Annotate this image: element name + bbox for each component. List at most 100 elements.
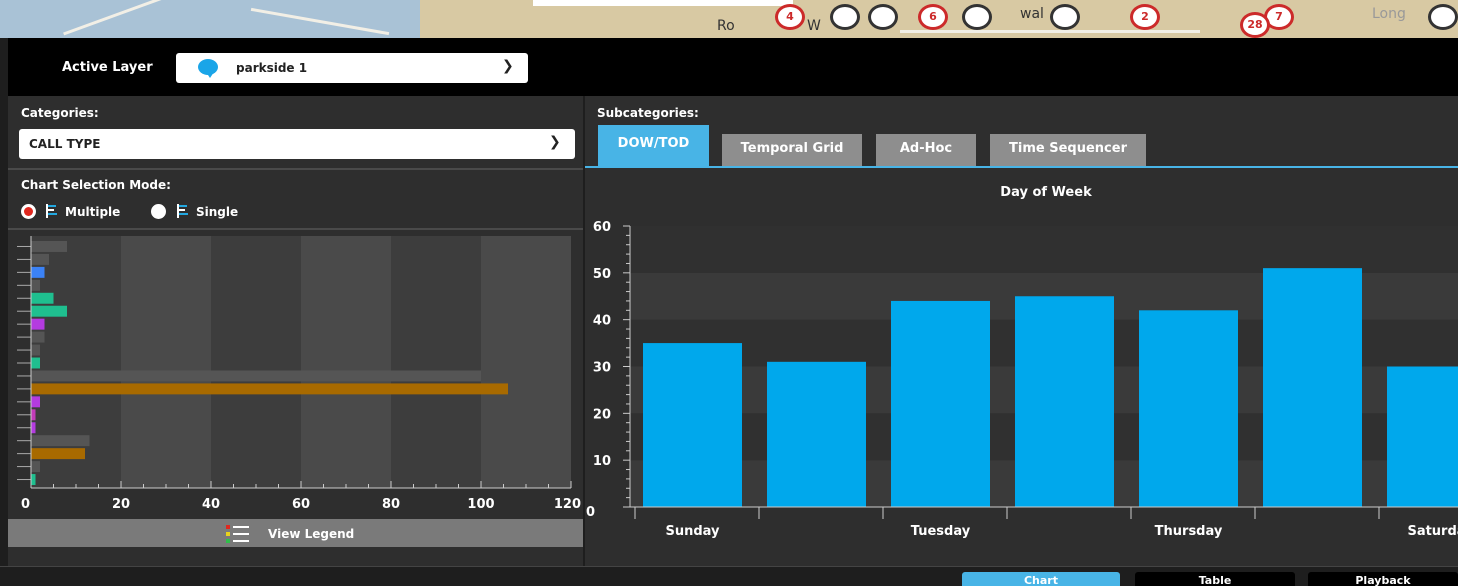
x-tick-label: 120: [554, 497, 581, 512]
bar: [31, 305, 67, 317]
x-tick-label: Thursday: [1155, 524, 1223, 539]
app-root: Ro W wal Long 4 6 2 7 28 Active Layer pa…: [0, 0, 1458, 586]
map-label: Ro: [717, 18, 735, 34]
bar: [31, 357, 40, 369]
map-pin[interactable]: 2: [1130, 4, 1160, 30]
bar: [767, 361, 866, 507]
bar: [1263, 268, 1362, 507]
bar: [1139, 310, 1238, 507]
y-tick-label: 10: [593, 454, 611, 469]
map-label: W: [807, 18, 821, 34]
y-tick-label: 40: [593, 314, 611, 329]
x-tick-label: 100: [467, 497, 494, 512]
bar: [1387, 366, 1458, 507]
x-tick-label: 60: [292, 497, 310, 512]
bar: [31, 370, 481, 382]
call-type-bar-chart[interactable]: 0 20 40 60 80 100 120: [8, 231, 583, 521]
bar: [31, 396, 40, 408]
categories-select[interactable]: CALL TYPE ❯: [19, 129, 575, 159]
day-of-week-bar-chart[interactable]: Day of Week 0 10 20 30 40 50 60 Sunday Tuesday Thu…: [585, 168, 1458, 566]
map-pin[interactable]: 6: [918, 4, 948, 30]
bar: [31, 266, 45, 278]
grid-band: [301, 236, 391, 488]
bar: [31, 279, 40, 291]
divider: [8, 228, 583, 230]
categories-label: Categories:: [21, 106, 99, 120]
x-tick-label: 40: [202, 497, 220, 512]
y-tick-label: 50: [593, 267, 611, 282]
map-pin[interactable]: 4: [775, 4, 805, 30]
subcategories-label: Subcategories:: [597, 106, 699, 120]
bar: [31, 253, 49, 265]
chevron-down-icon[interactable]: ❯: [502, 58, 514, 74]
map-pin[interactable]: [962, 4, 992, 30]
active-layer-select[interactable]: parkside 1 ❯: [176, 53, 528, 83]
x-tick-label: 0: [21, 497, 30, 512]
x-tick-label: Saturda: [1407, 524, 1458, 539]
map-pin[interactable]: 28: [1240, 12, 1270, 38]
y-tick-label: 30: [593, 361, 611, 376]
right-panel: Subcategories: DOW/TOD Temporal Grid Ad-…: [585, 96, 1458, 566]
bar: [31, 409, 36, 421]
bar: [643, 343, 742, 507]
map-label: Long: [1372, 6, 1406, 22]
x-tick-label: Sunday: [665, 524, 720, 539]
x-tick-label: Tuesday: [911, 524, 971, 539]
grid-band: [391, 236, 481, 488]
bottom-bar: Chart Table Playback: [0, 566, 1458, 586]
bar: [31, 474, 36, 485]
divider: [8, 168, 583, 170]
left-panel: Categories: CALL TYPE ❯ Chart Selection …: [8, 96, 583, 566]
chart-title: Day of Week: [1000, 185, 1092, 200]
bar: [31, 344, 40, 356]
x-tick-label: 20: [112, 497, 130, 512]
map-pin[interactable]: [830, 4, 860, 30]
multiple-radio[interactable]: [21, 204, 36, 219]
grid-band: [481, 236, 571, 488]
tab-time-sequencer[interactable]: Time Sequencer: [990, 134, 1146, 166]
y-tick-label: 0: [586, 505, 595, 520]
single-label[interactable]: Single: [196, 205, 238, 219]
grid-band: [211, 236, 301, 488]
single-radio[interactable]: [151, 204, 166, 219]
map-pin[interactable]: [868, 4, 898, 30]
grid-band: [630, 226, 1458, 273]
table-button[interactable]: Table: [1135, 572, 1295, 586]
map-label: wal: [1020, 6, 1044, 22]
tab-ad-hoc[interactable]: Ad-Hoc: [876, 134, 976, 166]
view-legend-button[interactable]: View Legend: [8, 519, 583, 547]
bar: [31, 331, 45, 343]
tab-temporal-grid[interactable]: Temporal Grid: [722, 134, 862, 166]
playback-button[interactable]: Playback: [1308, 572, 1458, 586]
legend-icon: [226, 525, 249, 543]
bar: [31, 318, 45, 330]
y-tick-label: 20: [593, 407, 611, 422]
map-pin[interactable]: [1050, 4, 1080, 30]
speech-bubble-icon: [198, 59, 218, 78]
categories-value: CALL TYPE: [29, 137, 101, 151]
x-tick-label: 80: [382, 497, 400, 512]
y-tick-label: 60: [593, 220, 611, 235]
active-layer-label: Active Layer: [62, 60, 153, 75]
map-view[interactable]: Ro W wal Long 4 6 2 7 28: [0, 0, 1458, 38]
chevron-down-icon[interactable]: ❯: [549, 134, 561, 150]
bar: [891, 300, 990, 507]
bar: [1015, 296, 1114, 507]
map-overlay: [533, 0, 793, 6]
bar: [31, 461, 40, 473]
map-pin[interactable]: [1428, 4, 1458, 30]
bar: [31, 448, 85, 460]
bar-chart-icon: [46, 203, 58, 219]
bar-chart-icon: [177, 203, 189, 219]
tab-dow-tod[interactable]: DOW/TOD: [598, 125, 709, 166]
active-layer-value: parkside 1: [236, 61, 308, 75]
bar: [31, 292, 54, 304]
bar: [31, 241, 67, 252]
bar: [31, 383, 508, 395]
chart-button[interactable]: Chart: [962, 572, 1120, 586]
bar: [31, 422, 36, 434]
multiple-label[interactable]: Multiple: [65, 205, 120, 219]
map-road: [900, 30, 1200, 33]
grid-band: [121, 236, 211, 488]
chart-selection-mode-label: Chart Selection Mode:: [21, 178, 171, 192]
